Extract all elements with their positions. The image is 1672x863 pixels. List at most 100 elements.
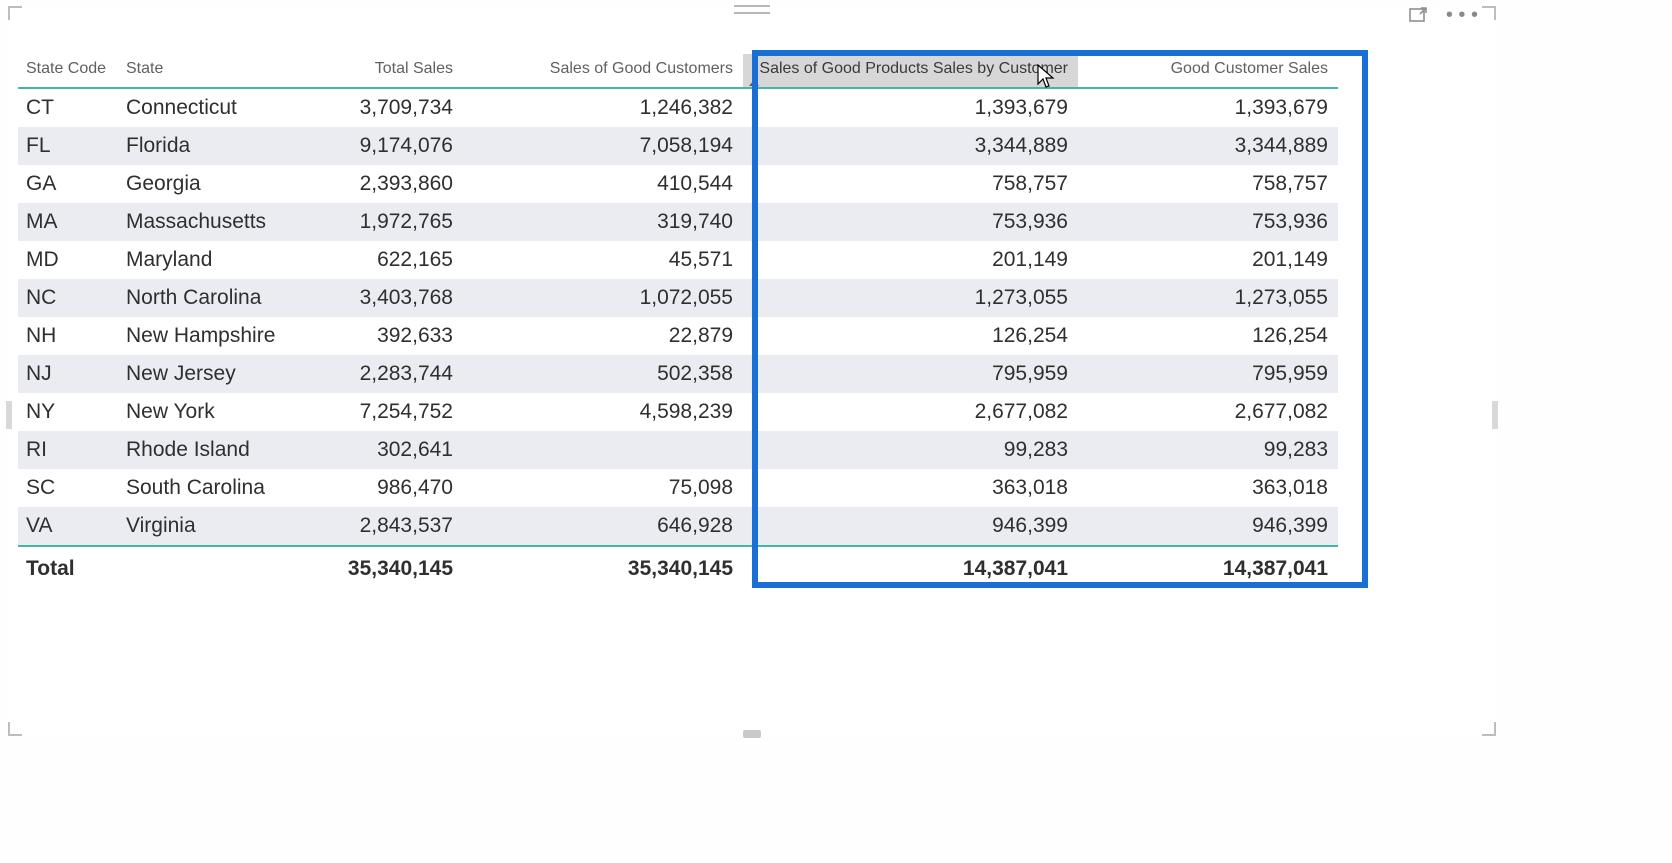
cell-state: New York: [118, 393, 313, 431]
cell-code: FL: [18, 127, 118, 165]
cell-good_prod: 758,757: [743, 165, 1078, 203]
cell-state: Georgia: [118, 165, 313, 203]
cell-good_prod: 201,149: [743, 241, 1078, 279]
cell-cust_sales: 795,959: [1078, 355, 1338, 393]
cell-good_cust: 4,598,239: [463, 393, 743, 431]
cell-good_cust: 22,879: [463, 317, 743, 355]
focus-mode-icon[interactable]: [1408, 5, 1428, 25]
table-row[interactable]: NJNew Jersey2,283,744502,358795,959795,9…: [18, 355, 1338, 393]
table-row[interactable]: FLFlorida9,174,0767,058,1943,344,8893,34…: [18, 127, 1338, 165]
cell-state: New Jersey: [118, 355, 313, 393]
col-header-total-sales[interactable]: Total Sales: [313, 54, 463, 88]
cell-good_cust: 1,072,055: [463, 279, 743, 317]
cell-cust_sales: 758,757: [1078, 165, 1338, 203]
cell-cust_sales: 99,283: [1078, 431, 1338, 469]
cell-code: GA: [18, 165, 118, 203]
cell-total_sales: 3,709,734: [313, 88, 463, 127]
cell-good_prod: 946,399: [743, 507, 1078, 546]
cell-good_cust: 45,571: [463, 241, 743, 279]
col-header-good-customer-sales[interactable]: Good Customer Sales: [1078, 54, 1338, 88]
totals-total-sales: 35,340,145: [313, 546, 463, 591]
table-row[interactable]: VAVirginia2,843,537646,928946,399946,399: [18, 507, 1338, 546]
cell-cust_sales: 201,149: [1078, 241, 1338, 279]
cell-good_prod: 753,936: [743, 203, 1078, 241]
cell-cust_sales: 753,936: [1078, 203, 1338, 241]
visual-header: • • •: [1408, 5, 1478, 25]
cell-total_sales: 622,165: [313, 241, 463, 279]
cell-good_cust: 410,544: [463, 165, 743, 203]
cell-cust_sales: 126,254: [1078, 317, 1338, 355]
table-header-row: State Code State Total Sales Sales of Go…: [18, 54, 1338, 88]
visual-drag-grip[interactable]: [734, 5, 770, 14]
cell-code: NY: [18, 393, 118, 431]
cell-code: NC: [18, 279, 118, 317]
cell-state: Virginia: [118, 507, 313, 546]
cell-state: South Carolina: [118, 469, 313, 507]
cell-total_sales: 9,174,076: [313, 127, 463, 165]
cell-good_cust: 7,058,194: [463, 127, 743, 165]
table-row[interactable]: MDMaryland622,16545,571201,149201,149: [18, 241, 1338, 279]
cell-total_sales: 2,393,860: [313, 165, 463, 203]
cell-code: NJ: [18, 355, 118, 393]
cell-code: MA: [18, 203, 118, 241]
cell-code: MD: [18, 241, 118, 279]
table-row[interactable]: RIRhode Island302,64199,28399,283: [18, 431, 1338, 469]
table-row[interactable]: SCSouth Carolina986,47075,098363,018363,…: [18, 469, 1338, 507]
table-totals-row: Total 35,340,145 35,340,145 14,387,041 1…: [18, 546, 1338, 591]
cell-cust_sales: 946,399: [1078, 507, 1338, 546]
col-header-state[interactable]: State: [118, 54, 313, 88]
resize-handle-bottom-right[interactable]: [1482, 722, 1496, 736]
cell-cust_sales: 2,677,082: [1078, 393, 1338, 431]
cell-good_cust: 502,358: [463, 355, 743, 393]
cell-state: Florida: [118, 127, 313, 165]
cell-state: New Hampshire: [118, 317, 313, 355]
cell-good_prod: 1,273,055: [743, 279, 1078, 317]
cell-total_sales: 986,470: [313, 469, 463, 507]
col-header-good-products[interactable]: Sales of Good Products Sales by Customer: [743, 54, 1078, 88]
table-row[interactable]: CTConnecticut3,709,7341,246,3821,393,679…: [18, 88, 1338, 127]
cell-good_cust: [463, 431, 743, 469]
cell-good_cust: 1,246,382: [463, 88, 743, 127]
cell-total_sales: 2,843,537: [313, 507, 463, 546]
cell-good_prod: 3,344,889: [743, 127, 1078, 165]
resize-handle-right[interactable]: [1492, 401, 1498, 429]
cell-good_prod: 99,283: [743, 431, 1078, 469]
table-row[interactable]: NHNew Hampshire392,63322,879126,254126,2…: [18, 317, 1338, 355]
totals-label: Total: [18, 546, 118, 591]
totals-good-prod: 14,387,041: [743, 546, 1078, 591]
horizontal-scroll-thumb[interactable]: [743, 730, 761, 738]
cell-good_prod: 363,018: [743, 469, 1078, 507]
cell-total_sales: 302,641: [313, 431, 463, 469]
resize-handle-top-left[interactable]: [8, 6, 22, 20]
cell-cust_sales: 363,018: [1078, 469, 1338, 507]
table-row[interactable]: NCNorth Carolina3,403,7681,072,0551,273,…: [18, 279, 1338, 317]
col-header-state-code[interactable]: State Code: [18, 54, 118, 88]
table-row[interactable]: GAGeorgia2,393,860410,544758,757758,757: [18, 165, 1338, 203]
cell-cust_sales: 1,273,055: [1078, 279, 1338, 317]
resize-handle-top-right[interactable]: [1482, 6, 1496, 20]
cell-good_prod: 795,959: [743, 355, 1078, 393]
cell-total_sales: 1,972,765: [313, 203, 463, 241]
resize-handle-bottom-left[interactable]: [8, 722, 22, 736]
cell-code: VA: [18, 507, 118, 546]
table-body: CTConnecticut3,709,7341,246,3821,393,679…: [18, 88, 1338, 546]
cell-state: Maryland: [118, 241, 313, 279]
cell-state: North Carolina: [118, 279, 313, 317]
table-visual-frame[interactable]: • • • State Code State Total Sales Sales…: [8, 6, 1496, 736]
more-options-icon[interactable]: • • •: [1446, 5, 1478, 25]
cell-total_sales: 3,403,768: [313, 279, 463, 317]
cell-code: CT: [18, 88, 118, 127]
cell-good_prod: 1,393,679: [743, 88, 1078, 127]
cell-good_cust: 75,098: [463, 469, 743, 507]
col-header-good-customers[interactable]: Sales of Good Customers: [463, 54, 743, 88]
cell-total_sales: 392,633: [313, 317, 463, 355]
totals-good-cust: 35,340,145: [463, 546, 743, 591]
cell-code: NH: [18, 317, 118, 355]
resize-handle-left[interactable]: [6, 401, 12, 429]
table-row[interactable]: MAMassachusetts1,972,765319,740753,93675…: [18, 203, 1338, 241]
cell-good_prod: 2,677,082: [743, 393, 1078, 431]
cell-code: SC: [18, 469, 118, 507]
cell-total_sales: 7,254,752: [313, 393, 463, 431]
table-row[interactable]: NYNew York7,254,7524,598,2392,677,0822,6…: [18, 393, 1338, 431]
cell-good_cust: 646,928: [463, 507, 743, 546]
